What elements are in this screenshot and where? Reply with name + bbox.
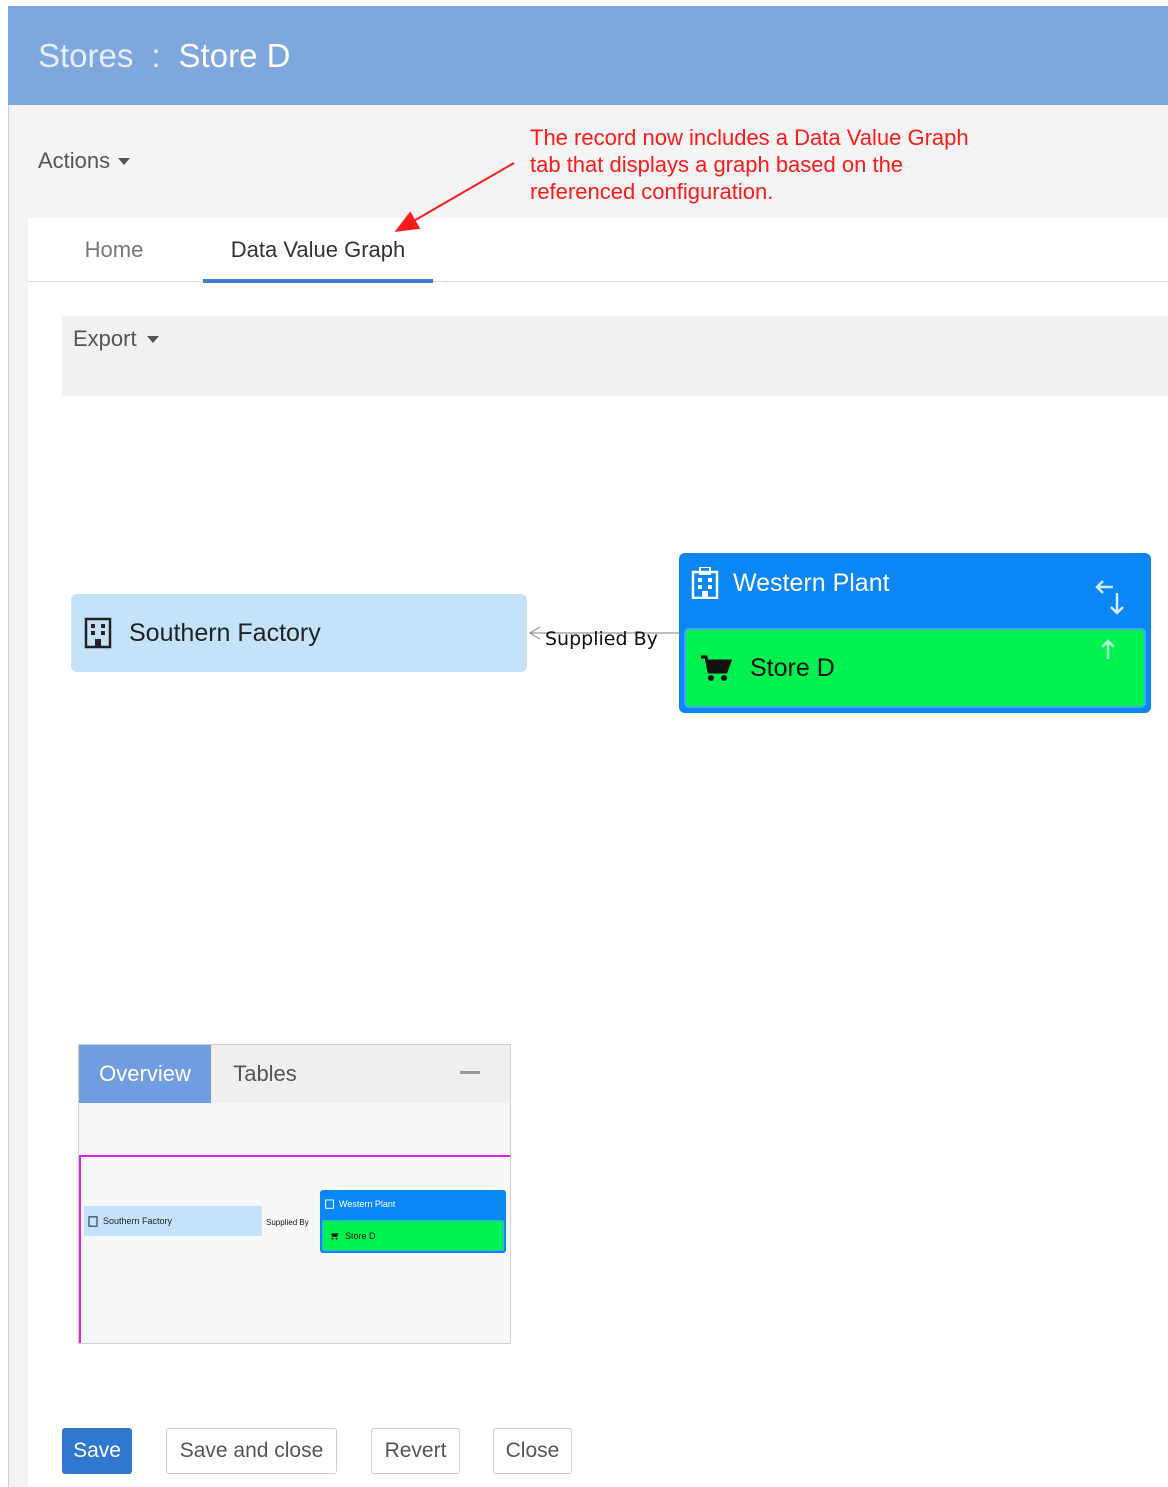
close-button[interactable]: Close <box>493 1428 572 1474</box>
minimize-icon[interactable] <box>460 1071 480 1074</box>
caret-down-icon <box>118 157 131 165</box>
annotation-callout: The record now includes a Data Value Gra… <box>530 125 969 204</box>
save-and-close-button[interactable]: Save and close <box>166 1428 337 1474</box>
revert-button[interactable]: Revert <box>371 1428 460 1474</box>
shopping-cart-icon <box>701 655 732 681</box>
caret-down-icon <box>146 335 159 343</box>
hospital-building-icon <box>325 1199 334 1209</box>
arrow-up-icon[interactable] <box>1100 638 1116 660</box>
swap-arrows-icon[interactable] <box>1093 579 1125 617</box>
building-icon <box>84 617 112 649</box>
tab-overview[interactable]: Overview <box>79 1045 211 1103</box>
tab-tables[interactable]: Tables <box>211 1045 319 1103</box>
minimap-tabs: Overview Tables <box>79 1045 510 1103</box>
export-label: Export <box>73 326 137 351</box>
node-label: Southern Factory <box>129 618 321 647</box>
save-button[interactable]: Save <box>62 1428 132 1474</box>
graph-node-store-d[interactable]: Store D <box>684 628 1146 708</box>
export-toolbar <box>62 316 1168 396</box>
edge-label-supplied-by: Supplied By <box>545 628 658 650</box>
breadcrumb-separator: : <box>151 36 161 74</box>
node-label: Store D <box>750 653 835 682</box>
building-icon <box>88 1215 98 1227</box>
breadcrumb-stores[interactable]: Stores <box>38 37 133 75</box>
graph-node-southern-factory[interactable]: Southern Factory <box>71 594 527 672</box>
minimap-node-label: Store D <box>345 1230 376 1241</box>
minimap-node-label: Western Plant <box>339 1198 396 1209</box>
minimap-node-southern-factory: Southern Factory <box>84 1206 262 1236</box>
export-menu[interactable]: Export <box>73 326 159 352</box>
minimap-edge-label: Supplied By <box>266 1218 309 1227</box>
node-label: Western Plant <box>733 568 890 597</box>
page-header: Stores : Store D <box>8 6 1168 105</box>
tab-data-value-graph[interactable]: Data Value Graph <box>203 218 433 283</box>
record-tabs: Home Data Value Graph <box>28 218 1168 283</box>
actions-menu[interactable]: Actions <box>38 148 131 174</box>
minimap-western-label-row: Western Plant <box>325 1198 395 1209</box>
page-title: Store D <box>178 36 291 74</box>
actions-label: Actions <box>38 148 111 173</box>
minimap-node-label: Southern Factory <box>103 1216 173 1226</box>
shopping-cart-icon <box>331 1233 339 1240</box>
minimap-node-store-d: Store D <box>322 1220 504 1251</box>
node-header: Western Plant <box>691 567 890 599</box>
tab-home[interactable]: Home <box>68 218 160 282</box>
hospital-building-icon <box>691 567 719 599</box>
